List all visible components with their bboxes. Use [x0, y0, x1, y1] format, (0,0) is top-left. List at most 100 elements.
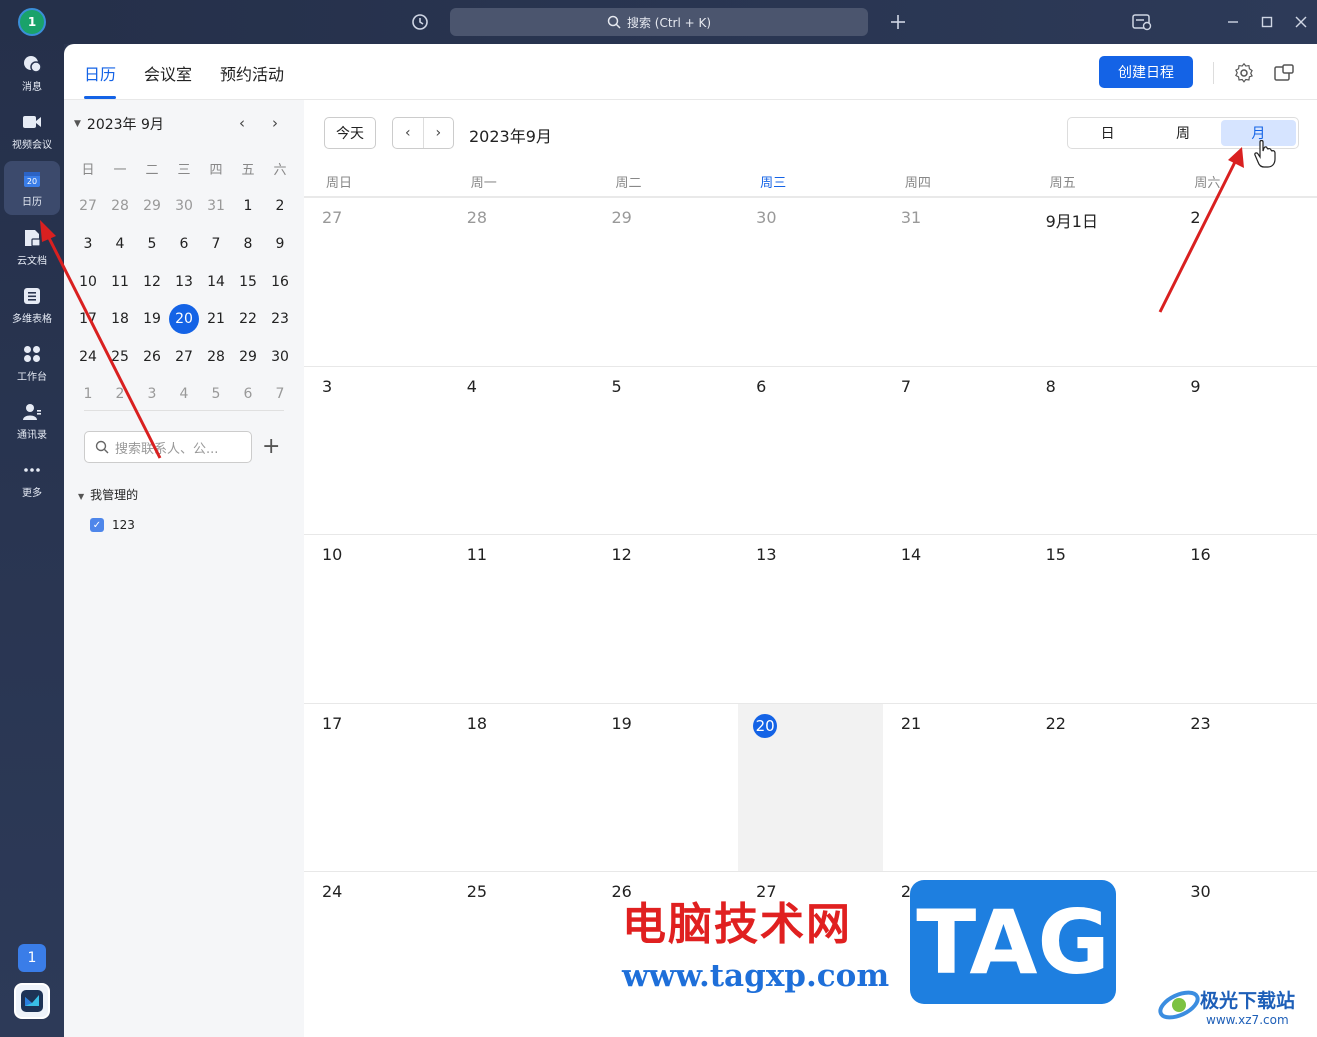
tab-meeting-rooms[interactable]: 会议室: [144, 61, 192, 85]
mini-day[interactable]: 11: [104, 274, 136, 290]
rail-item-video-meeting[interactable]: 视频会议: [4, 104, 60, 158]
workspace-badge[interactable]: 1: [18, 944, 46, 972]
mini-day[interactable]: 25: [104, 349, 136, 365]
mini-day[interactable]: 24: [72, 349, 104, 365]
view-week-button[interactable]: 周: [1145, 120, 1220, 146]
day-cell[interactable]: 4: [449, 367, 594, 535]
mini-day[interactable]: 29: [232, 349, 264, 365]
mini-day[interactable]: 10: [72, 274, 104, 290]
day-cell[interactable]: 9: [1172, 367, 1317, 535]
day-cell[interactable]: 18: [449, 704, 594, 872]
mini-day[interactable]: 6: [168, 236, 200, 252]
mini-day[interactable]: 19: [136, 311, 168, 327]
mini-day[interactable]: 21: [200, 311, 232, 327]
mini-prev-icon[interactable]: ‹: [239, 114, 245, 132]
rail-item-multi-table[interactable]: 多维表格: [4, 278, 60, 332]
tab-calendar[interactable]: 日历: [84, 61, 116, 85]
mini-day[interactable]: 6: [232, 386, 264, 402]
gear-icon[interactable]: [1233, 62, 1255, 84]
mini-next-icon[interactable]: ›: [272, 114, 278, 132]
contact-search-input[interactable]: 搜索联系人、公...: [84, 431, 252, 463]
mini-day[interactable]: 27: [168, 349, 200, 365]
mini-day[interactable]: 30: [264, 349, 296, 365]
day-cell[interactable]: 15: [1028, 535, 1173, 703]
mini-day[interactable]: 29: [136, 198, 168, 214]
checkbox-checked-icon[interactable]: ✓: [90, 518, 104, 532]
mini-day[interactable]: 7: [200, 236, 232, 252]
mini-day[interactable]: 16: [264, 274, 296, 290]
tab-booking[interactable]: 预约活动: [220, 61, 284, 85]
mini-calendar-title[interactable]: ▼ 2023年 9月: [74, 114, 164, 134]
day-cell[interactable]: 29: [593, 198, 738, 366]
mini-day[interactable]: 9: [264, 236, 296, 252]
app-logo[interactable]: [14, 983, 50, 1019]
mini-day[interactable]: 5: [200, 386, 232, 402]
day-cell[interactable]: 31: [883, 198, 1028, 366]
day-cell[interactable]: 5: [593, 367, 738, 535]
prev-period-icon[interactable]: ‹: [393, 118, 424, 148]
calendar-list-item[interactable]: ✓ 123: [90, 518, 135, 532]
mini-day[interactable]: 18: [104, 311, 136, 327]
mini-day[interactable]: 22: [232, 311, 264, 327]
day-cell[interactable]: 30: [738, 198, 883, 366]
mini-day[interactable]: 15: [232, 274, 264, 290]
day-cell[interactable]: 27: [738, 872, 883, 1037]
rail-item-calendar[interactable]: 20 日历: [4, 161, 60, 215]
mini-day[interactable]: 2: [104, 386, 136, 402]
day-cell[interactable]: 10: [304, 535, 449, 703]
mini-day[interactable]: 14: [200, 274, 232, 290]
maximize-icon[interactable]: [1257, 12, 1277, 32]
view-month-button[interactable]: 月: [1220, 120, 1296, 146]
day-cell[interactable]: 29: [1028, 872, 1173, 1037]
mini-day[interactable]: 1: [232, 198, 264, 214]
managed-calendars-header[interactable]: ▼ 我管理的: [78, 486, 138, 503]
day-cell[interactable]: 8: [1028, 367, 1173, 535]
mini-day[interactable]: 30: [168, 198, 200, 214]
notification-settings-icon[interactable]: [1132, 12, 1152, 32]
mini-day[interactable]: 26: [136, 349, 168, 365]
rail-item-workbench[interactable]: 工作台: [4, 336, 60, 390]
mini-day[interactable]: 4: [168, 386, 200, 402]
day-cell[interactable]: 24: [304, 872, 449, 1037]
day-cell[interactable]: 6: [738, 367, 883, 535]
add-icon[interactable]: [888, 12, 908, 32]
mini-day[interactable]: 3: [136, 386, 168, 402]
day-cell[interactable]: 26: [593, 872, 738, 1037]
mini-day[interactable]: 7: [264, 386, 296, 402]
mini-day[interactable]: 31: [200, 198, 232, 214]
share-window-icon[interactable]: [1273, 62, 1295, 84]
rail-item-messages[interactable]: 消息: [4, 46, 60, 100]
day-cell[interactable]: 3: [304, 367, 449, 535]
today-button[interactable]: 今天: [324, 117, 376, 149]
day-cell[interactable]: 23: [1172, 704, 1317, 872]
day-cell[interactable]: 12: [593, 535, 738, 703]
day-cell-today[interactable]: 20: [738, 703, 883, 871]
rail-item-more[interactable]: 更多: [4, 452, 60, 506]
mini-day[interactable]: 27: [72, 198, 104, 214]
mini-day[interactable]: 28: [104, 198, 136, 214]
view-day-button[interactable]: 日: [1070, 120, 1145, 146]
day-cell[interactable]: 28: [449, 198, 594, 366]
mini-day[interactable]: 13: [168, 274, 200, 290]
mini-day[interactable]: 17: [72, 311, 104, 327]
day-cell[interactable]: 21: [883, 704, 1028, 872]
day-cell[interactable]: 28: [883, 872, 1028, 1037]
day-cell[interactable]: 7: [883, 367, 1028, 535]
mini-day[interactable]: 2: [264, 198, 296, 214]
user-avatar[interactable]: 1: [18, 8, 46, 36]
next-period-icon[interactable]: ›: [424, 118, 454, 148]
mini-day[interactable]: 4: [104, 236, 136, 252]
mini-day[interactable]: 8: [232, 236, 264, 252]
day-cell[interactable]: 9月1日: [1028, 198, 1173, 366]
create-event-button[interactable]: 创建日程: [1099, 56, 1193, 88]
minimize-icon[interactable]: [1223, 12, 1243, 32]
day-cell[interactable]: 27: [304, 198, 449, 366]
mini-day[interactable]: 23: [264, 311, 296, 327]
day-cell[interactable]: 17: [304, 704, 449, 872]
rail-item-cloud-docs[interactable]: 云文档: [4, 220, 60, 274]
day-cell[interactable]: 13: [738, 535, 883, 703]
mini-day[interactable]: 12: [136, 274, 168, 290]
mini-day[interactable]: 28: [200, 349, 232, 365]
day-cell[interactable]: 22: [1028, 704, 1173, 872]
history-icon[interactable]: [410, 12, 430, 32]
